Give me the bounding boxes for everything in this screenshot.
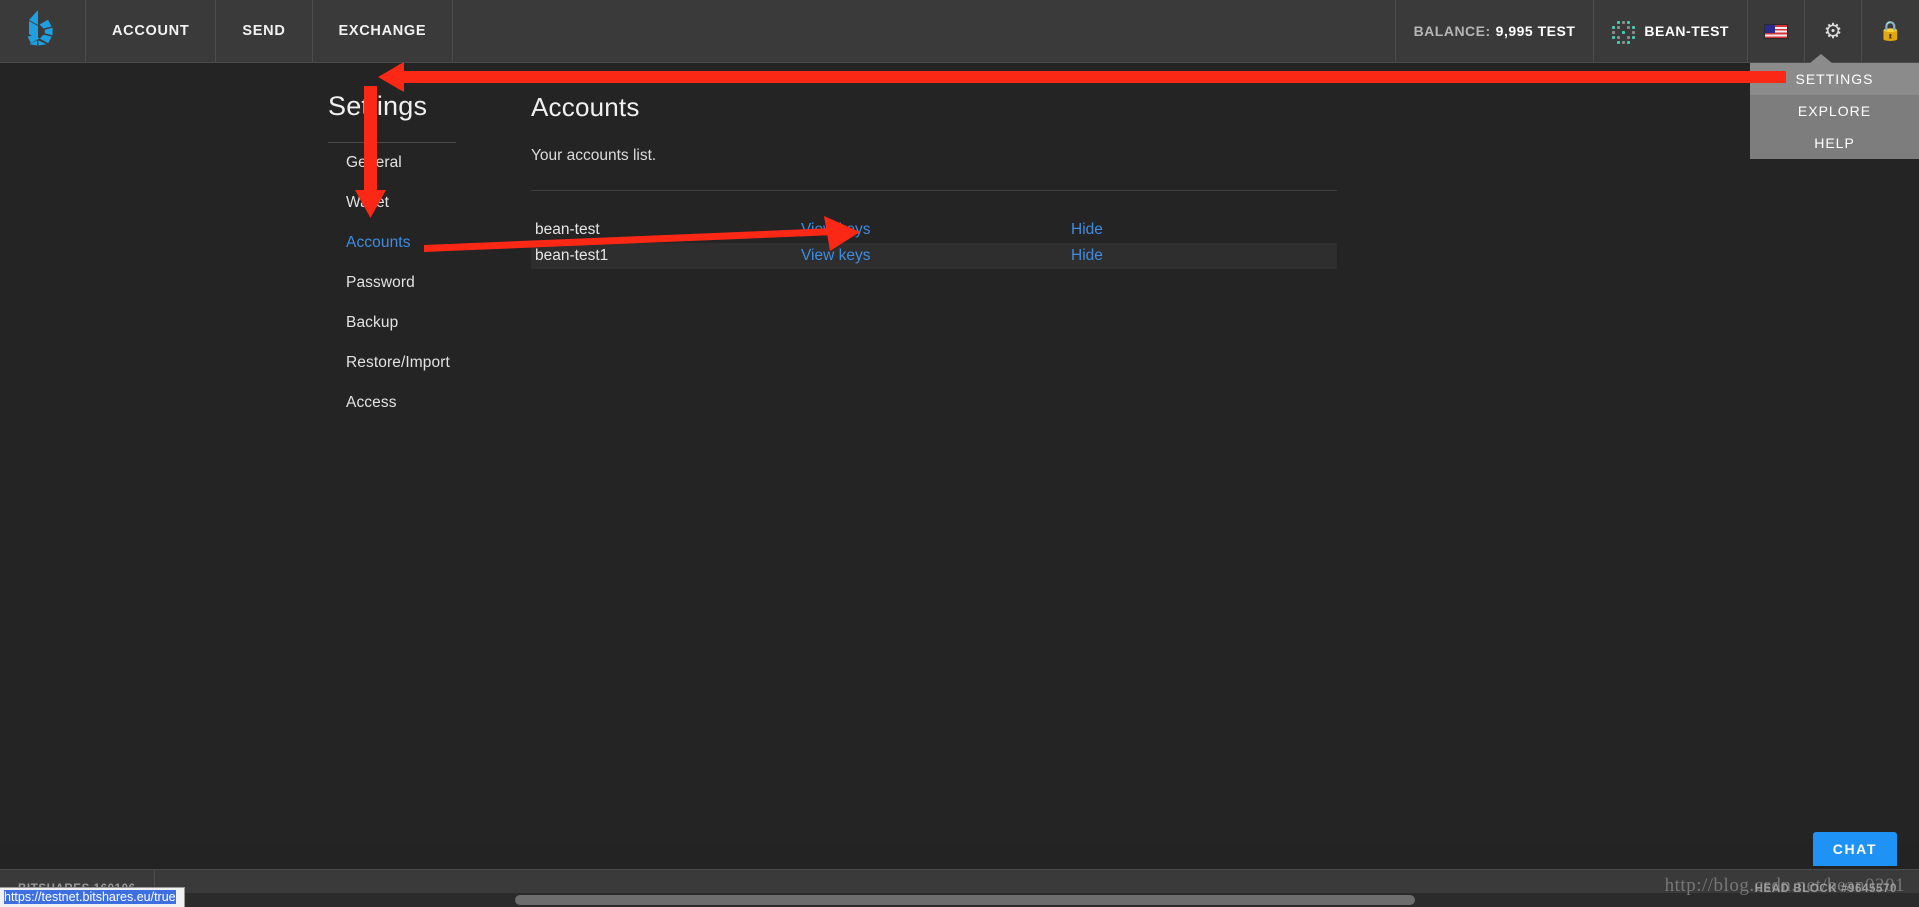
footer-upper-strip xyxy=(0,842,1919,869)
settings-sidebar: Settings General Wallet Accounts Passwor… xyxy=(328,91,456,423)
sidebar-item-accounts-label: Accounts xyxy=(346,233,411,251)
account-name-cell: bean-test xyxy=(535,221,600,238)
sidebar-item-backup-label: Backup xyxy=(346,313,399,331)
sidebar-item-accounts[interactable]: Accounts xyxy=(328,223,456,263)
app-root: ACCOUNT SEND EXCHANGE BALANCE: 9,995 TES… xyxy=(0,0,1919,907)
hide-account-link[interactable]: Hide xyxy=(1071,247,1337,265)
nav-send-label: SEND xyxy=(242,23,286,39)
nav-send[interactable]: SEND xyxy=(216,0,313,62)
view-keys-link[interactable]: View keys xyxy=(801,221,1071,239)
sidebar-item-access-label: Access xyxy=(346,393,397,411)
hide-account-link[interactable]: Hide xyxy=(1071,221,1337,239)
sidebar-item-password-label: Password xyxy=(346,273,415,291)
accounts-panel: Accounts Your accounts list. bean-test V… xyxy=(531,92,1337,269)
page-title: Accounts xyxy=(531,92,640,122)
dropdown-item-explore[interactable]: EXPLORE xyxy=(1750,95,1919,127)
dropdown-item-settings-label: SETTINGS xyxy=(1795,71,1874,87)
sidebar-item-restore-import-label: Restore/Import xyxy=(346,353,450,371)
table-row[interactable]: bean-test View keys Hide xyxy=(531,217,1337,243)
nav-account-label: ACCOUNT xyxy=(112,23,190,39)
top-header: ACCOUNT SEND EXCHANGE BALANCE: 9,995 TES… xyxy=(0,0,1919,63)
sidebar-item-general[interactable]: General xyxy=(328,143,456,183)
view-keys-link[interactable]: View keys xyxy=(801,247,1071,265)
sidebar-item-access[interactable]: Access xyxy=(328,383,456,423)
dropdown-item-settings[interactable]: SETTINGS xyxy=(1750,63,1919,95)
content-divider xyxy=(531,190,1337,191)
settings-dropdown-menu: SETTINGS EXPLORE HELP xyxy=(1750,54,1919,159)
table-row[interactable]: bean-test1 View keys Hide xyxy=(531,243,1337,269)
sidebar-item-restore-import[interactable]: Restore/Import xyxy=(328,343,456,383)
sidebar-item-wallet[interactable]: Wallet xyxy=(328,183,456,223)
nav-exchange[interactable]: EXCHANGE xyxy=(313,0,454,62)
bitshares-logo-icon xyxy=(26,9,60,54)
balance-value: 9,995 TEST xyxy=(1495,23,1576,39)
lock-wallet-button[interactable]: 🔒 xyxy=(1862,0,1919,62)
nav-account[interactable]: ACCOUNT xyxy=(86,0,217,62)
account-name-label: BEAN-TEST xyxy=(1644,23,1729,39)
sidebar-item-password[interactable]: Password xyxy=(328,263,456,303)
dropdown-item-explore-label: EXPLORE xyxy=(1797,103,1872,119)
chat-button[interactable]: CHAT xyxy=(1812,832,1897,866)
sidebar-item-wallet-label: Wallet xyxy=(346,193,390,211)
dropdown-item-help[interactable]: HELP xyxy=(1750,127,1919,159)
settings-menu-button[interactable]: ⚙ xyxy=(1805,0,1862,62)
account-name-cell: bean-test1 xyxy=(535,247,609,264)
us-flag-icon xyxy=(1764,23,1788,39)
locale-switch-button[interactable] xyxy=(1748,0,1805,62)
status-tooltip-url: https://testnet.bitshares.eu/true xyxy=(4,890,176,904)
settings-title: Settings xyxy=(328,91,428,121)
nav-exchange-label: EXCHANGE xyxy=(338,23,427,39)
header-spacer xyxy=(453,0,1396,62)
balance-display: BALANCE: 9,995 TEST xyxy=(1396,0,1595,62)
page-subtitle: Your accounts list. xyxy=(531,147,657,164)
gear-icon: ⚙ xyxy=(1823,19,1843,43)
browser-status-tooltip: https://testnet.bitshares.eu/true xyxy=(0,887,185,907)
lock-icon: 🔒 xyxy=(1878,20,1903,42)
sidebar-item-general-label: General xyxy=(346,153,402,171)
chat-button-label: CHAT xyxy=(1832,841,1877,857)
identicon-icon xyxy=(1612,21,1636,44)
balance-label: BALANCE: xyxy=(1413,23,1491,39)
sidebar-item-backup[interactable]: Backup xyxy=(328,303,456,343)
account-menu-button[interactable]: BEAN-TEST xyxy=(1594,0,1748,62)
bitshares-logo-link[interactable] xyxy=(0,0,86,62)
dropdown-caret-icon xyxy=(1810,54,1832,63)
dropdown-item-help-label: HELP xyxy=(1814,135,1855,151)
annotation-arrow-to-settings xyxy=(378,62,1786,92)
accounts-table: bean-test View keys Hide bean-test1 View… xyxy=(531,217,1337,269)
horizontal-scrollbar-thumb[interactable] xyxy=(515,895,1415,905)
